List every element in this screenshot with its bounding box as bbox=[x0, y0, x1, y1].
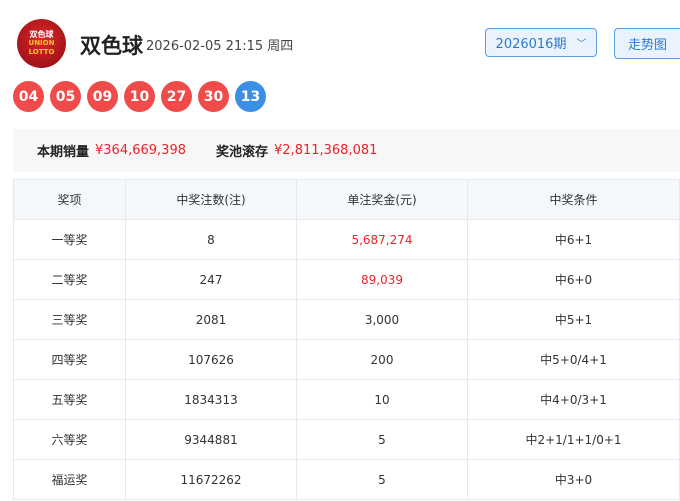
prize-level: 五等奖 bbox=[13, 379, 126, 420]
prize-level: 四等奖 bbox=[13, 339, 126, 380]
red-ball: 10 bbox=[124, 81, 155, 112]
table-row: 三等奖 2081 3,000 中5+1 bbox=[13, 299, 680, 340]
winner-count: 2081 bbox=[125, 299, 297, 340]
prize-amount: 10 bbox=[296, 379, 468, 420]
winner-count: 1834313 bbox=[125, 379, 297, 420]
table-row: 二等奖 247 89,039 中6+0 bbox=[13, 259, 680, 300]
win-condition: 中2+1/1+1/0+1 bbox=[467, 419, 680, 460]
sales-label: 本期销量 bbox=[37, 145, 90, 160]
table-row: 四等奖 107626 200 中5+0/4+1 bbox=[13, 339, 680, 380]
column-header: 中奖条件 bbox=[467, 179, 680, 220]
issue-value: 2026016期 bbox=[495, 37, 567, 52]
win-condition: 中5+0/4+1 bbox=[467, 339, 680, 380]
prize-amount: 89,039 bbox=[296, 259, 468, 300]
winner-count: 107626 bbox=[125, 339, 297, 380]
sales-value: ¥364,669,398 bbox=[95, 143, 186, 158]
winner-count: 8 bbox=[125, 219, 297, 260]
pool-value: ¥2,811,368,081 bbox=[274, 143, 378, 158]
sales-summary: 本期销量 ¥364,669,398 奖池滚存 ¥2,811,368,081 bbox=[13, 129, 680, 172]
red-ball: 30 bbox=[198, 81, 229, 112]
red-ball: 09 bbox=[87, 81, 118, 112]
prize-amount: 5 bbox=[296, 419, 468, 460]
prize-amount: 200 bbox=[296, 339, 468, 380]
red-ball: 04 bbox=[13, 81, 44, 112]
prize-amount: 5 bbox=[296, 459, 468, 500]
table-row: 福运奖 11672262 5 中3+0 bbox=[13, 459, 680, 500]
chevron-down-icon: ﹀ bbox=[576, 39, 587, 50]
trend-chart-button[interactable]: 走势图 bbox=[614, 28, 680, 59]
prize-level: 福运奖 bbox=[13, 459, 126, 500]
win-condition: 中5+1 bbox=[467, 299, 680, 340]
draw-datetime: 2026-02-05 21:15 周四 bbox=[146, 39, 294, 54]
prize-level: 六等奖 bbox=[13, 419, 126, 460]
win-condition: 中3+0 bbox=[467, 459, 680, 500]
red-ball: 27 bbox=[161, 81, 192, 112]
winner-count: 9344881 bbox=[125, 419, 297, 460]
win-condition: 中4+0/3+1 bbox=[467, 379, 680, 420]
winning-numbers: 04 05 09 10 27 30 13 bbox=[13, 81, 266, 112]
blue-ball: 13 bbox=[235, 81, 266, 112]
column-header: 中奖注数(注) bbox=[125, 179, 297, 220]
table-row: 五等奖 1834313 10 中4+0/3+1 bbox=[13, 379, 680, 420]
prize-amount: 5,687,274 bbox=[296, 219, 468, 260]
win-condition: 中6+0 bbox=[467, 259, 680, 300]
union-lotto-logo: 双色球 UNION LOTTO bbox=[17, 19, 66, 68]
prize-level: 二等奖 bbox=[13, 259, 126, 300]
prize-amount: 3,000 bbox=[296, 299, 468, 340]
table-row: 一等奖 8 5,687,274 中6+1 bbox=[13, 219, 680, 260]
column-header: 奖项 bbox=[13, 179, 126, 220]
red-ball: 05 bbox=[50, 81, 81, 112]
table-row: 六等奖 9344881 5 中2+1/1+1/0+1 bbox=[13, 419, 680, 460]
column-header: 单注奖金(元) bbox=[296, 179, 468, 220]
pool-label: 奖池滚存 bbox=[216, 145, 269, 160]
winner-count: 247 bbox=[125, 259, 297, 300]
win-condition: 中6+1 bbox=[467, 219, 680, 260]
winner-count: 11672262 bbox=[125, 459, 297, 500]
page-title: 双色球 bbox=[80, 34, 143, 58]
prize-level: 三等奖 bbox=[13, 299, 126, 340]
prize-table: 奖项 中奖注数(注) 单注奖金(元) 中奖条件 一等奖 8 5,687,274 中6+… bbox=[13, 179, 680, 500]
prize-level: 一等奖 bbox=[13, 219, 126, 260]
issue-select[interactable]: 2026016期 ﹀ bbox=[485, 28, 597, 57]
